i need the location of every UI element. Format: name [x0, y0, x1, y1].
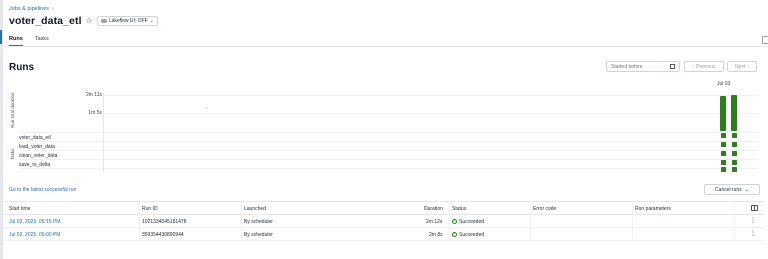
lakeflow-ui-toggle[interactable]: Lakeflow UI: OFF ⌄ — [96, 16, 158, 26]
task-status-cell[interactable] — [720, 142, 726, 147]
y-axis-label: Run total duration — [10, 92, 15, 128]
header-duration[interactable]: Duration — [424, 206, 443, 212]
runs-table: Start time Run ID Launched Duration Stat… — [3, 201, 765, 241]
breadcrumb: Jobs & pipelines › — [9, 6, 54, 12]
task-status-cell[interactable] — [731, 133, 737, 138]
task-label: load_voter_data — [19, 144, 55, 150]
chevron-down-icon: ⌄ — [744, 186, 749, 193]
gridline — [19, 141, 758, 142]
gridline — [19, 168, 758, 169]
next-label: Next — [735, 63, 746, 70]
latest-successful-run-link[interactable]: Go to the latest successful run — [9, 187, 76, 193]
previous-button[interactable]: ‹ Previous — [684, 61, 724, 72]
header-launched[interactable]: Launched — [244, 206, 266, 212]
check-circle-icon: ✓ — [452, 218, 457, 224]
star-icon[interactable]: ☆ — [86, 17, 93, 25]
tabs-divider — [0, 46, 768, 47]
header-start-time[interactable]: Start time — [9, 206, 30, 212]
task-status-cell[interactable] — [731, 160, 737, 165]
chevron-left-icon: ‹ — [692, 63, 695, 70]
gridline — [19, 132, 758, 133]
kebab-menu-icon[interactable]: ⋮ — [750, 217, 756, 224]
page-title: voter_data_etl — [9, 15, 82, 27]
task-label: save_to_delta — [19, 162, 51, 168]
panel-toggle-button[interactable] — [762, 36, 768, 44]
x-axis-date-label: Jul 03 — [717, 81, 731, 87]
header-run-id[interactable]: Run ID — [142, 206, 158, 212]
header-run-parameters[interactable]: Run parameters — [635, 206, 671, 212]
duration-bar[interactable] — [720, 95, 726, 131]
started-before-placeholder: Started before — [611, 63, 643, 70]
gridline — [19, 159, 758, 160]
run-status: ✓ Succeeded — [452, 219, 484, 225]
left-rail-active-mark — [0, 30, 2, 44]
chevron-down-icon: ⌄ — [149, 18, 154, 24]
tasks-axis-label: Tasks — [10, 148, 15, 160]
tab-runs[interactable]: Runs — [9, 36, 23, 46]
run-launched: By scheduler — [244, 218, 273, 225]
lakeflow-ui-label: Lakeflow UI: OFF — [108, 18, 148, 24]
next-button[interactable]: Next › — [727, 61, 757, 72]
columns-icon[interactable] — [751, 205, 758, 211]
run-id: 1021334045181478 — [142, 218, 187, 225]
task-status-cell[interactable] — [731, 151, 737, 156]
chart-divider — [103, 92, 104, 172]
duration-bar[interactable] — [731, 95, 737, 131]
task-status-cell[interactable] — [720, 167, 726, 172]
gridline — [103, 113, 758, 114]
chevron-right-icon: › — [747, 63, 749, 70]
run-start-time-link[interactable]: Jul 03, 2025, 05:15 PM — [9, 219, 60, 225]
check-circle-icon: ✓ — [452, 231, 457, 237]
title-row: voter_data_etl ☆ Lakeflow UI: OFF ⌄ — [9, 15, 158, 27]
run-id: 359354430890944 — [142, 231, 184, 238]
table-row[interactable]: Jul 03, 2025, 05:00 PM 359354430890944 B… — [3, 228, 765, 241]
gridline — [103, 95, 758, 96]
run-status-label: Succeeded — [459, 218, 485, 225]
run-duration: 2m 8s — [429, 231, 443, 238]
chart-tick-mark: ˬ — [206, 103, 208, 109]
task-label: voter_data_etl — [19, 135, 51, 141]
toggle-icon — [100, 19, 107, 23]
gridline — [19, 150, 758, 151]
task-status-cell[interactable] — [720, 133, 726, 138]
task-label: clean_voter_data — [19, 153, 58, 159]
task-status-cell[interactable] — [731, 167, 737, 172]
task-status-cell[interactable] — [720, 160, 726, 165]
y-tick-label: 1m 5s — [88, 110, 102, 116]
run-status-label: Succeeded — [459, 231, 485, 238]
table-header: Start time Run ID Launched Duration Stat… — [3, 201, 765, 215]
task-status-cell[interactable] — [731, 142, 737, 147]
breadcrumb-jobs-link[interactable]: Jobs & pipelines — [9, 6, 49, 12]
kebab-menu-icon[interactable]: ⋮ — [750, 230, 756, 237]
previous-label: Previous — [696, 63, 716, 70]
table-row[interactable]: Jul 03, 2025, 05:15 PM 1021334045181478 … — [3, 215, 765, 228]
y-tick-label: 2m 11s — [85, 92, 102, 98]
run-launched: By scheduler — [244, 231, 273, 238]
header-error-code[interactable]: Error code — [533, 206, 556, 212]
tab-tasks[interactable]: Tasks — [35, 36, 49, 46]
cancel-runs-button[interactable]: Cancel runs ⌄ — [704, 184, 760, 195]
run-duration: 2m 12s — [426, 218, 443, 225]
cancel-runs-label: Cancel runs — [715, 186, 742, 193]
breadcrumb-separator: › — [52, 6, 54, 12]
tab-bar: Runs Tasks — [9, 36, 49, 46]
calendar-icon — [670, 64, 675, 69]
started-before-picker[interactable]: Started before — [606, 61, 680, 72]
runs-heading: Runs — [9, 62, 34, 73]
run-start-time-link[interactable]: Jul 03, 2025, 05:00 PM — [9, 232, 60, 238]
task-status-cell[interactable] — [720, 151, 726, 156]
header-status[interactable]: Status — [452, 206, 466, 212]
run-status: ✓ Succeeded — [452, 232, 484, 238]
